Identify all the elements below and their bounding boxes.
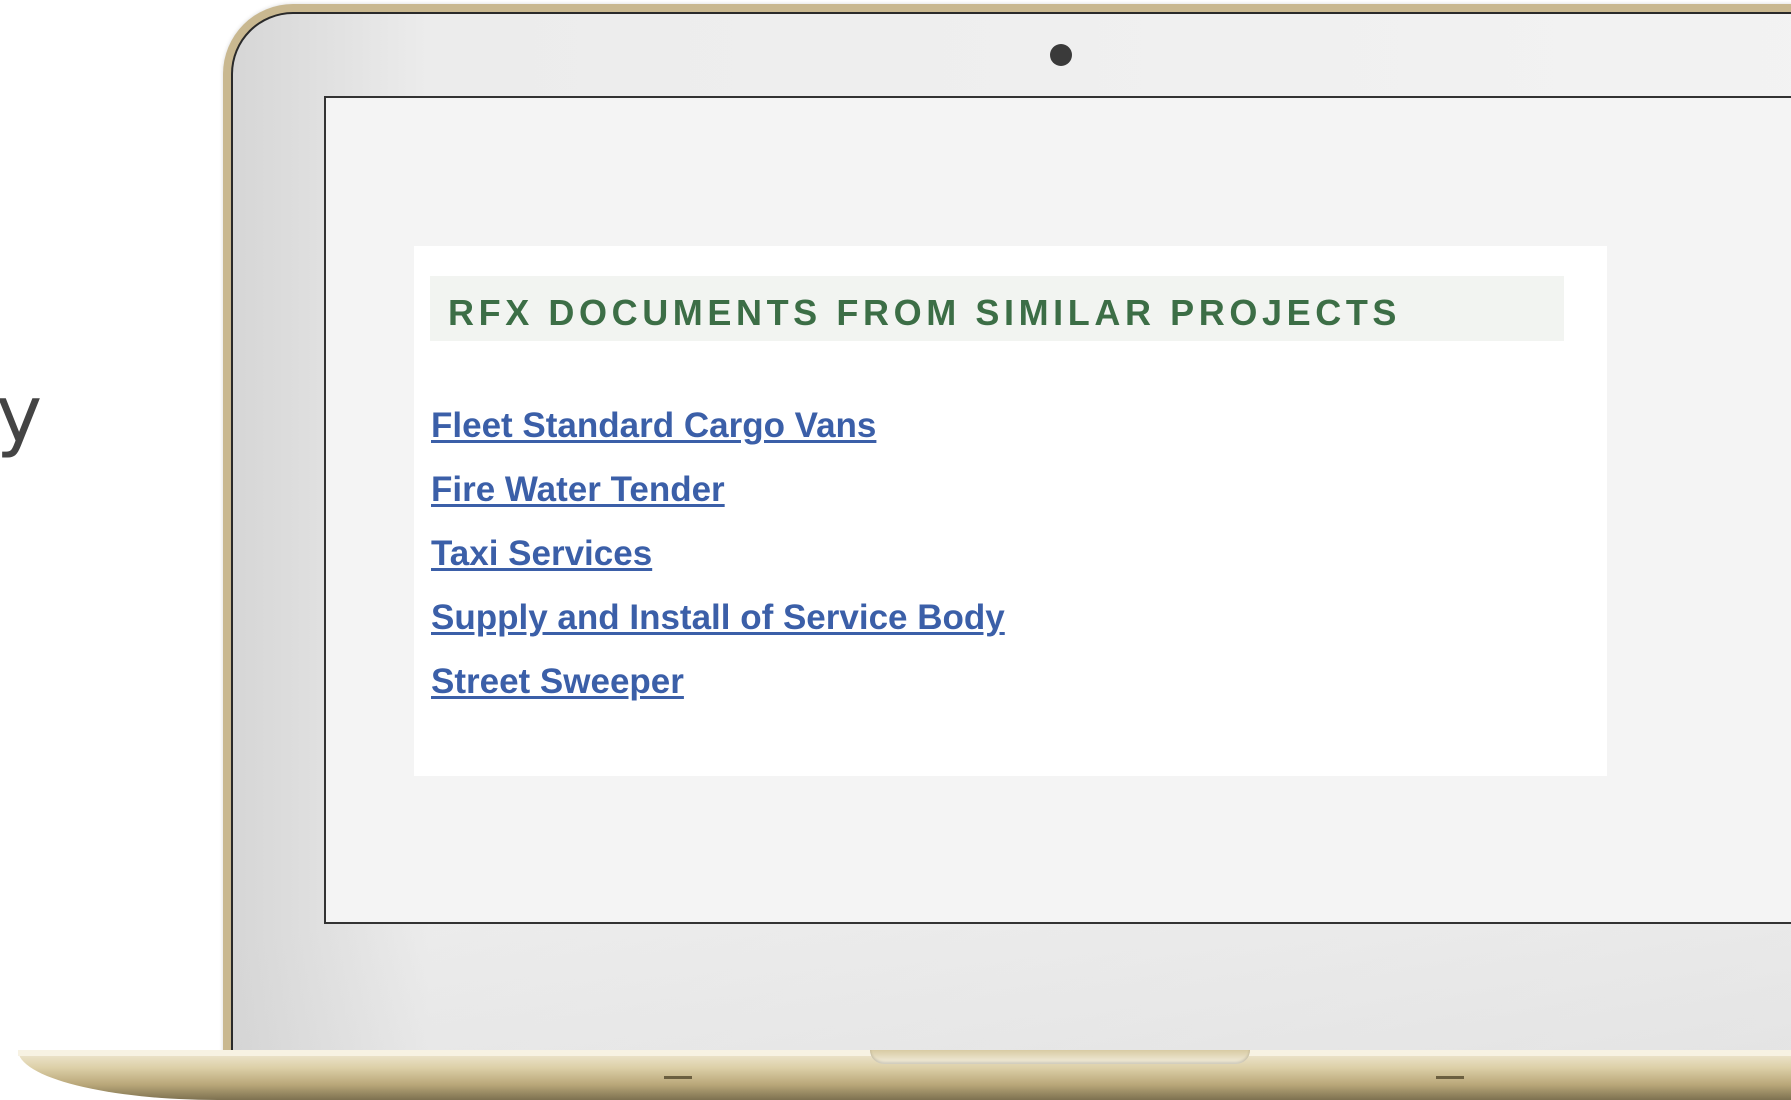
project-link-fire-water-tender[interactable]: Fire Water Tender (431, 470, 725, 509)
similar-projects-panel: RFX DOCUMENTS FROM SIMILAR PROJECTS Flee… (414, 246, 1607, 776)
laptop-foot-left (664, 1076, 692, 1079)
panel-title: RFX DOCUMENTS FROM SIMILAR PROJECTS (448, 292, 1402, 333)
list-item: Street Sweeper (431, 660, 1005, 724)
project-link-fleet-standard-cargo-vans[interactable]: Fleet Standard Cargo Vans (431, 406, 876, 445)
laptop-base (0, 1050, 1791, 1100)
project-link-street-sweeper[interactable]: Street Sweeper (431, 662, 684, 701)
camera-icon (1050, 44, 1072, 66)
project-link-list: Fleet Standard Cargo Vans Fire Water Ten… (431, 404, 1005, 724)
project-link-taxi-services[interactable]: Taxi Services (431, 534, 652, 573)
project-link-supply-install-service-body[interactable]: Supply and Install of Service Body (431, 598, 1005, 637)
list-item: Supply and Install of Service Body (431, 596, 1005, 660)
list-item: Fire Water Tender (431, 468, 1005, 532)
cropped-side-text: y (0, 370, 43, 460)
laptop-foot-right (1436, 1076, 1464, 1079)
list-item: Taxi Services (431, 532, 1005, 596)
panel-header: RFX DOCUMENTS FROM SIMILAR PROJECTS (430, 276, 1564, 341)
list-item: Fleet Standard Cargo Vans (431, 404, 1005, 468)
laptop-hinge-notch (870, 1050, 1250, 1064)
